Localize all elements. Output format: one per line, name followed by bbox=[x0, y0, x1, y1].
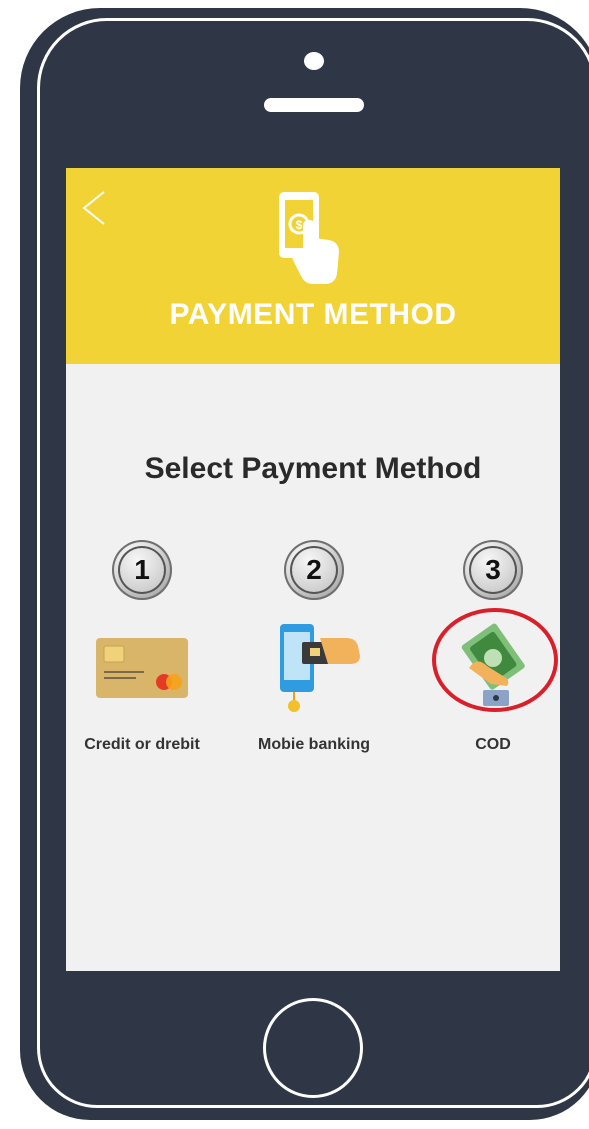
chevron-left-icon bbox=[82, 191, 105, 225]
mobile-banking-icon bbox=[254, 620, 374, 716]
section-heading: Select Payment Method bbox=[144, 452, 482, 485]
front-camera bbox=[304, 52, 324, 70]
step-badge-1: 1 bbox=[112, 540, 172, 600]
credit-card-icon bbox=[82, 620, 202, 716]
cash-on-delivery-icon bbox=[433, 620, 553, 716]
mobile-payment-icon: $ bbox=[273, 188, 353, 288]
step-badge-3: 3 bbox=[463, 540, 523, 600]
payment-option-cod[interactable]: 3 COD bbox=[413, 540, 560, 760]
home-button[interactable] bbox=[263, 998, 363, 1098]
step-badge-2: 2 bbox=[284, 540, 344, 600]
payment-option-mobile-banking[interactable]: 2 Mobie banking bbox=[234, 540, 394, 760]
option-label-mobile-banking: Mobie banking bbox=[258, 736, 370, 753]
app-screen: $ PAYMENT METHOD Select Payment Method 1… bbox=[66, 168, 560, 971]
payment-option-credit[interactable]: 1 Credit or drebit bbox=[66, 540, 222, 760]
back-button[interactable] bbox=[76, 188, 112, 228]
header-bar: $ PAYMENT METHOD bbox=[66, 168, 560, 364]
page-title: PAYMENT METHOD bbox=[169, 298, 457, 331]
earpiece-speaker bbox=[264, 98, 364, 112]
svg-text:$: $ bbox=[296, 218, 303, 232]
option-label-cod: COD bbox=[475, 736, 511, 753]
